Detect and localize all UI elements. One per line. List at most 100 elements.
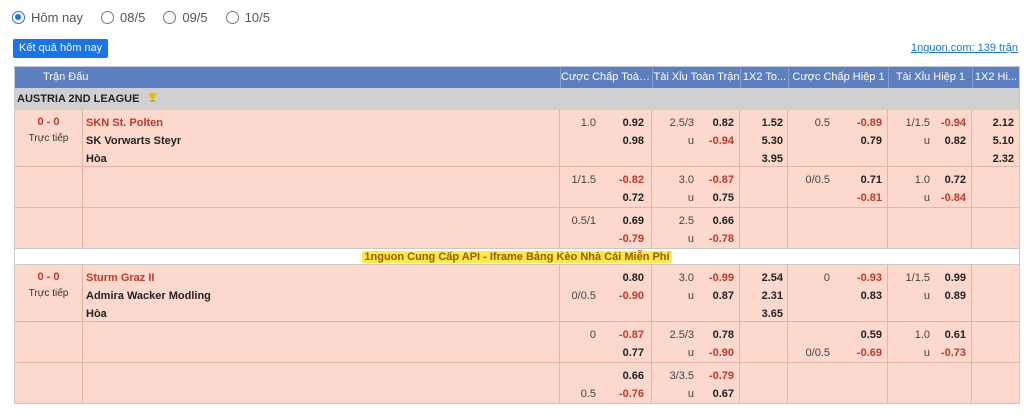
odds-value[interactable]: -0.93 — [834, 269, 886, 287]
odds-value[interactable]: 3.65 — [740, 305, 787, 323]
odds-value[interactable]: -0.73 — [934, 344, 970, 362]
odds-value[interactable]: -0.94 — [698, 132, 738, 150]
odds-value[interactable] — [740, 326, 787, 344]
odds-value[interactable] — [972, 367, 1018, 385]
odds-value[interactable] — [972, 326, 1018, 344]
odds-value[interactable]: 0.87 — [698, 287, 738, 305]
odds-value[interactable] — [740, 344, 787, 362]
odds-value[interactable] — [934, 367, 970, 385]
odds-value[interactable] — [834, 367, 886, 385]
odds-value[interactable] — [934, 305, 970, 321]
odds-value[interactable]: 0.59 — [834, 326, 886, 344]
odds-value[interactable]: -0.90 — [698, 344, 738, 362]
odds-value[interactable] — [972, 230, 1018, 248]
odds-value[interactable]: -0.81 — [834, 189, 886, 207]
odds-value[interactable]: 0.92 — [600, 114, 648, 132]
odds-value[interactable] — [740, 367, 787, 385]
odds-value[interactable] — [834, 385, 886, 403]
odds-value[interactable]: -0.84 — [934, 189, 970, 207]
odds-value[interactable] — [934, 150, 970, 166]
odds-value[interactable]: 0.89 — [934, 287, 970, 305]
odds-value[interactable]: 0.82 — [698, 114, 738, 132]
odds-value[interactable]: -0.76 — [600, 385, 648, 403]
odds-value[interactable]: 5.10 — [972, 132, 1018, 150]
odds-value[interactable]: -0.87 — [600, 326, 648, 344]
radio-icon[interactable] — [225, 11, 239, 24]
away-team[interactable]: SK Vorwarts Steyr — [86, 132, 559, 150]
odds-value[interactable]: 2.54 — [740, 269, 787, 287]
odds-value[interactable] — [972, 286, 1018, 303]
date-option-08-5[interactable]: 08/5 — [101, 10, 145, 25]
odds-value[interactable]: -0.89 — [834, 114, 886, 132]
odds-value[interactable]: 0.78 — [698, 326, 738, 344]
odds-value[interactable] — [972, 304, 1018, 321]
odds-value[interactable] — [740, 212, 787, 230]
date-option-10-5[interactable]: 10/5 — [225, 10, 270, 25]
odds-value[interactable] — [698, 150, 738, 166]
odds-value[interactable]: -0.78 — [698, 230, 738, 248]
odds-value[interactable]: 0.99 — [934, 269, 970, 287]
odds-value[interactable]: -0.87 — [698, 171, 738, 189]
odds-value[interactable]: -0.79 — [698, 367, 738, 385]
odds-value[interactable]: 0.69 — [600, 212, 648, 230]
date-option-09-5[interactable]: 09/5 — [163, 10, 208, 25]
radio-icon[interactable] — [101, 11, 115, 24]
away-team[interactable]: Admira Wacker Modling — [86, 287, 559, 305]
odds-value[interactable] — [600, 150, 648, 166]
odds-value[interactable]: 2.31 — [740, 287, 787, 305]
odds-value[interactable] — [972, 189, 1018, 207]
odds-value[interactable] — [834, 150, 886, 166]
odds-value[interactable]: 0.98 — [600, 132, 648, 150]
odds-value[interactable] — [934, 385, 970, 403]
date-option-today[interactable]: Hôm nay — [12, 10, 83, 25]
odds-value[interactable] — [934, 212, 970, 230]
odds-value[interactable]: 1.52 — [740, 114, 787, 132]
odds-value[interactable] — [834, 230, 886, 248]
odds-value[interactable]: -0.79 — [600, 230, 648, 248]
odds-value[interactable]: -0.94 — [934, 114, 970, 132]
today-results-button[interactable]: Kết quả hôm nay — [13, 39, 109, 58]
odds-value[interactable]: -0.69 — [834, 344, 886, 362]
odds-value[interactable]: 0.77 — [600, 344, 648, 362]
odds-value[interactable]: -0.82 — [600, 171, 648, 189]
odds-value[interactable]: 0.72 — [600, 189, 648, 207]
odds-value[interactable]: 0.83 — [834, 287, 886, 305]
home-team[interactable]: Sturm Graz II — [86, 269, 559, 287]
odds-value[interactable]: 5.30 — [740, 132, 787, 150]
odds-line: 3.65 — [740, 305, 787, 323]
odds-value[interactable]: 0.71 — [834, 171, 886, 189]
odds-value[interactable] — [972, 269, 1018, 286]
odds-value[interactable] — [934, 230, 970, 248]
odds-value[interactable] — [972, 212, 1018, 230]
odds-value[interactable] — [600, 305, 648, 321]
odds-value[interactable]: 0.75 — [698, 189, 738, 207]
odds-value[interactable] — [740, 171, 787, 189]
odds-value[interactable]: 0.82 — [934, 132, 970, 150]
odds-value[interactable]: 0.79 — [834, 132, 886, 150]
odds-value[interactable] — [740, 385, 787, 403]
odds-value[interactable]: 2.12 — [972, 114, 1018, 132]
radio-icon[interactable] — [163, 11, 177, 24]
odds-value[interactable] — [698, 305, 738, 321]
odds-value[interactable] — [834, 305, 886, 321]
odds-value[interactable]: 0.80 — [600, 269, 648, 287]
odds-value[interactable]: 0.66 — [600, 367, 648, 385]
home-team[interactable]: SKN St. Polten — [86, 114, 559, 132]
odds-value[interactable]: 0.61 — [934, 326, 970, 344]
promo-banner[interactable]: 1nguon Cung Cấp API - Iframe Bảng Kèo Nh… — [15, 248, 1019, 265]
odds-value[interactable]: -0.90 — [600, 287, 648, 305]
odds-value[interactable] — [740, 189, 787, 207]
radio-checked-icon[interactable] — [12, 11, 25, 24]
odds-value[interactable]: 0.67 — [698, 385, 738, 403]
odds-value[interactable]: 2.32 — [972, 150, 1018, 168]
odds-value[interactable]: 3.95 — [740, 150, 787, 168]
odds-value[interactable] — [972, 171, 1018, 189]
odds-value[interactable]: 0.72 — [934, 171, 970, 189]
odds-value[interactable] — [834, 212, 886, 230]
odds-value[interactable]: -0.99 — [698, 269, 738, 287]
match-count-link[interactable]: 1nguon.com: 139 trận — [911, 42, 1018, 54]
odds-value[interactable]: 0.66 — [698, 212, 738, 230]
odds-value[interactable] — [972, 385, 1018, 403]
odds-value[interactable] — [740, 230, 787, 248]
odds-value[interactable] — [972, 344, 1018, 362]
